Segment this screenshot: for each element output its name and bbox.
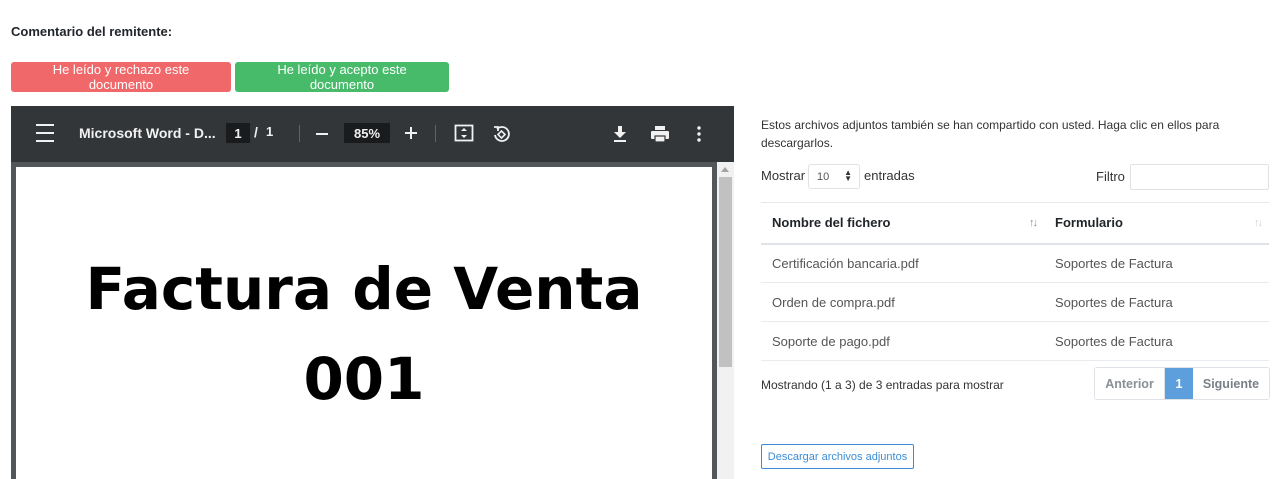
sort-icon: ↑↓ — [1029, 217, 1038, 229]
reject-document-button[interactable]: He leído y rechazo este documento — [11, 62, 231, 92]
rotate-icon[interactable] — [490, 123, 512, 145]
menu-icon[interactable] — [35, 124, 55, 142]
column-header-label: Formulario — [1055, 215, 1123, 231]
sort-icon: ↑↓ — [1254, 217, 1263, 229]
column-header-form[interactable]: Formulario ↑↓ — [1044, 202, 1269, 245]
form-cell: Soportes de Factura — [1044, 282, 1269, 322]
form-cell: Soportes de Factura — [1044, 243, 1269, 283]
previous-page-button[interactable]: Anterior — [1095, 368, 1165, 399]
download-icon[interactable] — [611, 124, 629, 144]
plus-icon — [405, 127, 417, 139]
pdf-toolbar: Microsoft Word - D... 1 / 1 85% — [11, 106, 734, 162]
table-row[interactable]: Soporte de pago.pdf Soportes de Factura — [761, 321, 1269, 361]
pdf-page: Factura de Venta 001 — [16, 167, 712, 479]
table-row[interactable]: Certificación bancaria.pdf Soportes de F… — [761, 243, 1269, 283]
column-header-label: Nombre del fichero — [772, 215, 891, 231]
file-name-cell[interactable]: Orden de compra.pdf — [761, 282, 1044, 322]
attachments-table: Nombre del fichero ↑↓ Formulario ↑↓ Cert… — [761, 202, 1269, 361]
entries-per-page-value: 10 — [817, 170, 830, 183]
pagination: Anterior 1 Siguiente — [1094, 367, 1270, 400]
entries-label: entradas — [864, 168, 915, 183]
filter-label: Filtro — [1096, 169, 1125, 184]
accept-document-button[interactable]: He leído y acepto este documento — [235, 62, 449, 92]
file-name-cell[interactable]: Certificación bancaria.pdf — [761, 243, 1044, 283]
show-entries-label: Mostrar — [761, 168, 806, 183]
sender-comment-label: Comentario del remitente: — [11, 24, 173, 39]
table-info: Mostrando (1 a 3) de 3 entradas para mos… — [761, 378, 1004, 392]
pdf-viewer: Microsoft Word - D... 1 / 1 85% Factura … — [11, 106, 734, 479]
document-heading: Factura de Venta — [85, 255, 643, 323]
column-header-filename[interactable]: Nombre del fichero ↑↓ — [761, 202, 1044, 245]
print-icon[interactable] — [649, 124, 671, 144]
page-separator: / — [254, 124, 258, 140]
filter-input[interactable] — [1130, 164, 1269, 190]
zoom-level-input[interactable]: 85% — [344, 123, 390, 143]
total-pages: 1 — [266, 124, 274, 139]
scroll-up-arrow-icon[interactable] — [721, 167, 729, 172]
zoom-in-button[interactable] — [402, 123, 420, 143]
document-title: Microsoft Word - D... — [79, 125, 216, 141]
attachments-intro: Estos archivos adjuntos también se han c… — [761, 118, 1220, 150]
toolbar-divider — [299, 125, 300, 142]
document-number: 001 — [303, 345, 425, 413]
next-page-button[interactable]: Siguiente — [1193, 368, 1269, 399]
table-header-row: Nombre del fichero ↑↓ Formulario ↑↓ — [761, 202, 1269, 245]
form-cell: Soportes de Factura — [1044, 321, 1269, 361]
zoom-out-button[interactable] — [313, 124, 331, 144]
pdf-scrollbar[interactable] — [717, 162, 734, 479]
table-row[interactable]: Orden de compra.pdf Soportes de Factura — [761, 282, 1269, 322]
file-name-cell[interactable]: Soporte de pago.pdf — [761, 321, 1044, 361]
scrollbar-thumb[interactable] — [719, 177, 732, 367]
page-1-button[interactable]: 1 — [1165, 368, 1193, 399]
minus-icon — [316, 133, 328, 135]
more-options-icon[interactable] — [691, 124, 707, 144]
entries-per-page-select[interactable]: 10 ▲ ▼ — [808, 164, 860, 189]
download-attachments-button[interactable]: Descargar archivos adjuntos — [761, 444, 914, 469]
fit-to-page-icon[interactable] — [454, 124, 474, 142]
toolbar-divider — [435, 125, 436, 142]
select-arrows-icon: ▲ ▼ — [844, 168, 852, 183]
current-page-input[interactable]: 1 — [226, 123, 250, 143]
